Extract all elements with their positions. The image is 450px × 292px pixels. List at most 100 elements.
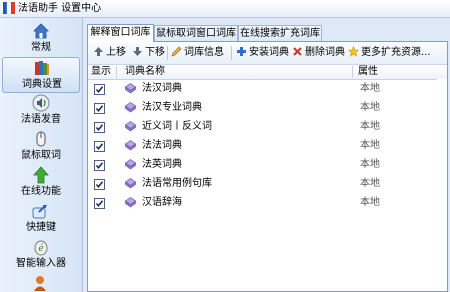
install-dictionary-label: 安装词典 <box>249 47 289 58</box>
tab-explain-window[interactable]: 解释窗口词库 <box>87 24 154 42</box>
tab-mouse-lookup-window[interactable]: 鼠标取词窗口词库 <box>154 25 238 41</box>
dict-info-button[interactable]: 词库信息 <box>171 45 224 61</box>
table-row[interactable]: 近义词丨反义词 本地 <box>88 118 447 136</box>
table-row[interactable]: 法法词典 本地 <box>88 137 447 155</box>
checkmark-icon <box>95 200 104 208</box>
dictionary-attribute: 本地 <box>360 178 380 189</box>
table-header: 显示 词典名称 属性 <box>88 65 447 80</box>
speaker-icon <box>32 94 50 112</box>
column-header-show[interactable]: 显示 <box>91 65 111 79</box>
checkmark-icon <box>95 143 104 151</box>
show-checkbox[interactable] <box>94 103 105 114</box>
sidebar-item-online[interactable]: 在线功能 <box>2 165 80 201</box>
show-checkbox[interactable] <box>94 160 105 171</box>
table-row[interactable]: 汉语辞海 本地 <box>88 194 447 212</box>
show-checkbox[interactable] <box>94 84 105 95</box>
delete-x-icon <box>293 47 302 56</box>
move-up-label: 上移 <box>106 47 126 58</box>
show-checkbox[interactable] <box>94 141 105 152</box>
dictionary-name: 法法词典 <box>142 140 182 151</box>
dictionary-name: 法汉专业词典 <box>142 102 202 113</box>
pencil-icon <box>171 46 182 57</box>
title-bar: 法语助手 设置中心 <box>0 0 450 18</box>
dict-info-label: 词库信息 <box>184 47 224 58</box>
sidebar-item-label: 鼠标取词 <box>21 150 61 161</box>
arrow-up-icon <box>94 47 103 56</box>
sidebar-item-label: 快捷键 <box>26 222 56 233</box>
dictionary-icon <box>125 159 136 170</box>
column-divider[interactable] <box>352 66 353 78</box>
sidebar-item-dictionary-settings[interactable]: 词典设置 <box>2 57 80 93</box>
more-resources-label: 更多扩充资源... <box>361 47 431 58</box>
dictionary-name: 汉语辞海 <box>142 197 182 208</box>
dictionary-name: 法英词典 <box>142 159 182 170</box>
show-checkbox[interactable] <box>94 198 105 209</box>
plus-icon <box>237 47 246 56</box>
sidebar-item-smart-input[interactable]: é 智能输入器 <box>2 237 80 273</box>
dictionary-attribute: 本地 <box>360 121 380 132</box>
dictionary-icon <box>125 121 136 132</box>
list-scroll-area <box>437 79 447 291</box>
show-checkbox[interactable] <box>94 179 105 190</box>
mouse-icon <box>36 131 46 147</box>
checkmark-icon <box>95 124 104 132</box>
sidebar-item-label: 词典设置 <box>22 79 62 90</box>
dictionary-attribute: 本地 <box>360 83 380 94</box>
dictionary-icon <box>125 102 136 113</box>
dictionary-name: 法汉词典 <box>142 83 182 94</box>
svg-text:é: é <box>38 243 44 254</box>
sidebar-item-mouse-lookup[interactable]: 鼠标取词 <box>2 129 80 165</box>
toolbar-separator <box>231 46 232 60</box>
dictionary-attribute: 本地 <box>360 102 380 113</box>
main-panel: 解释窗口词库 鼠标取词窗口词库 在线搜索扩充词库 上移 下移 词库信息 安装词典… <box>84 18 448 292</box>
checkmark-icon <box>95 162 104 170</box>
home-icon <box>33 23 49 39</box>
checkmark-icon <box>95 86 104 94</box>
remove-dictionary-button[interactable]: 删除词典 <box>292 45 345 61</box>
toolbar: 上移 下移 词库信息 安装词典 删除词典 更多扩充资源... <box>88 42 447 65</box>
remove-dictionary-label: 删除词典 <box>305 47 345 58</box>
show-checkbox[interactable] <box>94 122 105 133</box>
arrow-down-icon <box>133 47 142 56</box>
shortcut-arrow-icon <box>32 205 48 219</box>
toolbar-separator <box>167 46 168 60</box>
dictionary-attribute: 本地 <box>360 197 380 208</box>
star-icon <box>348 46 359 57</box>
move-up-button[interactable]: 上移 <box>93 45 126 61</box>
table-row[interactable]: 法语常用例句库 本地 <box>88 175 447 193</box>
table-row[interactable]: 法汉词典 本地 <box>88 80 447 98</box>
install-dictionary-button[interactable]: 安装词典 <box>236 45 289 61</box>
sidebar-item-label: 法语发音 <box>21 114 61 125</box>
dictionary-icon <box>125 197 136 208</box>
sidebar-item-label: 常规 <box>31 42 51 53</box>
sidebar-item-pronunciation[interactable]: 法语发音 <box>2 93 80 129</box>
person-icon[interactable] <box>32 275 48 291</box>
more-resources-button[interactable]: 更多扩充资源... <box>348 45 431 61</box>
move-down-button[interactable]: 下移 <box>132 45 165 61</box>
sidebar-item-shortcuts[interactable]: 快捷键 <box>2 201 80 237</box>
tab-online-search[interactable]: 在线搜索扩充词库 <box>238 25 322 41</box>
dictionary-attribute: 本地 <box>360 140 380 151</box>
sidebar-item-general[interactable]: 常规 <box>2 21 80 57</box>
move-down-label: 下移 <box>145 47 165 58</box>
dictionary-icon <box>125 140 136 151</box>
column-header-name[interactable]: 词典名称 <box>125 65 165 79</box>
checkmark-icon <box>95 105 104 113</box>
column-header-attr[interactable]: 属性 <box>358 65 378 79</box>
checkmark-icon <box>95 181 104 189</box>
app-logo-icon <box>3 2 15 14</box>
sidebar: 常规 词典设置 法语发音 鼠标取词 在线功能 快捷键 é 智能输入器 <box>0 18 83 292</box>
sidebar-item-label: 在线功能 <box>21 186 61 197</box>
window-title: 法语助手 设置中心 <box>18 3 102 14</box>
table-row[interactable]: 法汉专业词典 本地 <box>88 99 447 117</box>
table-row[interactable]: 法英词典 本地 <box>88 156 447 174</box>
input-icon: é <box>34 240 48 256</box>
dictionary-panel: 上移 下移 词库信息 安装词典 删除词典 更多扩充资源... 显示 词典名称 属… <box>87 41 448 292</box>
dictionary-name: 法语常用例句库 <box>142 178 212 189</box>
books-icon <box>35 61 49 75</box>
column-divider[interactable] <box>116 66 117 78</box>
sidebar-item-label: 智能输入器 <box>16 258 66 269</box>
dictionary-name: 近义词丨反义词 <box>142 121 212 132</box>
dictionary-icon <box>125 178 136 189</box>
dictionary-attribute: 本地 <box>360 159 380 170</box>
